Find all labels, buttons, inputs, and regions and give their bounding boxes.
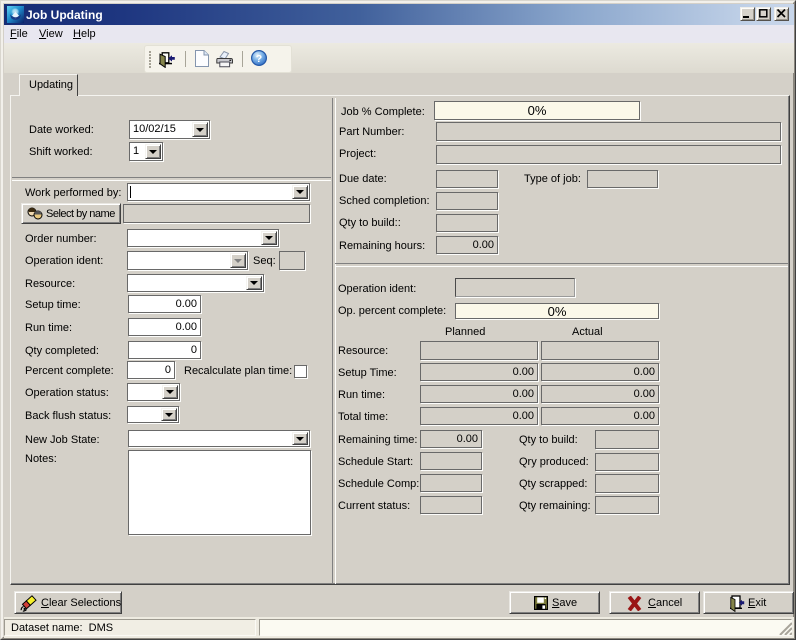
svg-text:?: ? <box>256 53 262 65</box>
